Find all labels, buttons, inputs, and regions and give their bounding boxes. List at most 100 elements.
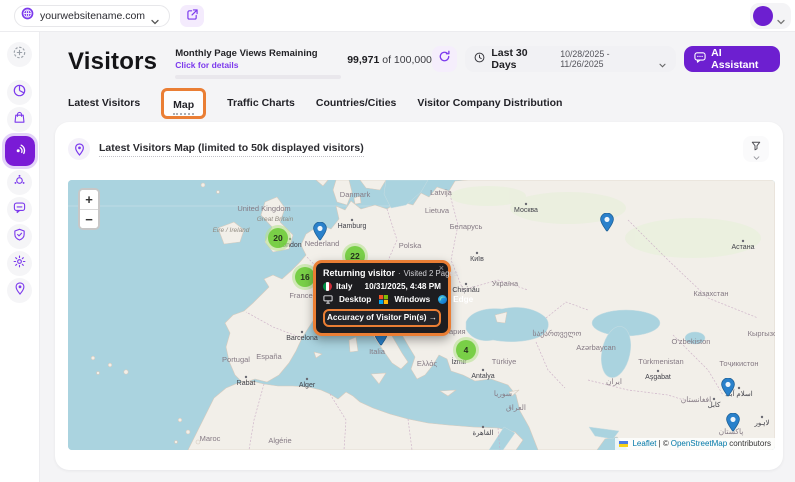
chevron-down-icon [659, 55, 667, 63]
tooltip-dot: · [398, 269, 401, 278]
map-city-dot [525, 203, 527, 205]
refresh-button[interactable] [432, 46, 458, 72]
map-city-dot [761, 416, 763, 418]
map-filter-button[interactable] [743, 136, 769, 162]
zoom-out-button[interactable]: − [80, 209, 98, 228]
accuracy-of-visitor-pins-button[interactable]: Accuracy of Visitor Pin(s) → [323, 309, 441, 327]
map-label: Alger [299, 382, 316, 389]
tab-map[interactable]: Map [173, 99, 194, 115]
tooltip-os: Windows [394, 295, 430, 304]
visitor-pin-marker[interactable] [726, 413, 740, 439]
attribution-separator: | © [659, 439, 669, 448]
visitor-pin-marker[interactable] [721, 378, 735, 404]
map-label: Hamburg [338, 223, 367, 230]
map-label: Тоҷикистон [719, 359, 758, 368]
date-range-picker[interactable]: Last 30 Days 10/28/2025 - 11/26/2025 [465, 46, 676, 72]
sidebar-item-scan[interactable] [7, 170, 32, 195]
map-label: Türkmenistan [638, 357, 683, 366]
website-selector[interactable]: yourwebsitename.com [14, 5, 170, 27]
tooltip-browser: Edge [453, 295, 473, 304]
visitors-map[interactable]: DanmarkUnited KingdomGreat BritainEire /… [68, 180, 775, 450]
map-label: ايران [606, 377, 622, 386]
map-label: Danmark [340, 190, 371, 199]
map-label: Eire / Ireland [213, 227, 250, 234]
tab-bar: Latest Visitors Map Traffic Charts Count… [68, 88, 562, 118]
sidebar-item-shield[interactable] [7, 224, 32, 249]
ukraine-flag-icon [619, 441, 628, 447]
main-content: Visitors Monthly Page Views Remaining Cl… [40, 32, 795, 482]
tab-visitor-company-distribution[interactable]: Visitor Company Distribution [417, 97, 562, 109]
sidebar-item-settings[interactable] [7, 251, 32, 276]
map-label: Türkiye [492, 357, 517, 366]
sidebar-item-visitors[interactable] [5, 136, 35, 166]
website-name: yourwebsitename.com [40, 10, 145, 22]
sidebar-item-chat[interactable] [7, 197, 32, 222]
map-label: Antalya [471, 373, 494, 380]
sidebar [0, 32, 40, 482]
map-label: Polska [399, 241, 422, 250]
shield-icon [13, 228, 26, 246]
visitor-pin-marker[interactable] [313, 222, 327, 248]
map-label: Algérie [268, 436, 291, 445]
map-city-dot [245, 376, 247, 378]
zoom-in-button[interactable]: + [80, 190, 98, 209]
ai-assistant-button[interactable]: AI Assistant [684, 46, 780, 72]
map-label: Беларусь [450, 222, 483, 231]
range-dates: 10/28/2025 - 11/26/2025 [560, 49, 653, 69]
map-zoom-control: + − [78, 188, 100, 230]
map-label: France [289, 291, 312, 300]
tab-traffic-charts[interactable]: Traffic Charts [227, 97, 295, 109]
quota-total: of 100,000 [379, 54, 432, 66]
tab-latest-visitors[interactable]: Latest Visitors [68, 97, 140, 109]
page-header: Visitors Monthly Page Views Remaining Cl… [68, 42, 780, 86]
map-city-dot [306, 378, 308, 380]
map-label: العراق [506, 403, 526, 412]
sidebar-item-orders[interactable] [7, 107, 32, 132]
map-label: Ελλάς [417, 359, 438, 368]
map-label: كابل [708, 401, 721, 409]
map-label: Москва [514, 207, 538, 214]
tab-countries-cities[interactable]: Countries/Cities [316, 97, 397, 109]
map-label: سوريا [494, 389, 513, 398]
visitor-cluster-marker[interactable]: 4 [453, 337, 479, 363]
cluster-count: 16 [295, 267, 315, 287]
orders-icon [13, 111, 26, 129]
map-label: Кыргызстан [748, 329, 775, 338]
visitor-pin-marker[interactable] [600, 213, 614, 239]
map-label: Maroc [200, 434, 221, 443]
sidebar-item-analytics[interactable] [7, 80, 32, 105]
map-card-title: Latest Visitors Map (limited to 50k disp… [99, 142, 364, 157]
map-label: Portugal [222, 355, 250, 364]
map-city-dot [482, 426, 484, 428]
map-label: Great Britain [257, 216, 294, 223]
italy-flag-icon [323, 282, 332, 291]
map-city-dot [742, 240, 744, 242]
map-city-dot [476, 252, 478, 254]
map-card-header: Latest Visitors Map (limited to 50k disp… [55, 122, 783, 162]
openstreetmap-link[interactable]: OpenStreetMap [671, 439, 727, 448]
page-title: Visitors [68, 48, 157, 76]
open-website-button[interactable] [180, 5, 204, 27]
desktop-monitor-icon [323, 295, 333, 304]
account-menu[interactable] [750, 3, 791, 29]
tooltip-device: Desktop [339, 295, 371, 304]
leaflet-link[interactable]: Leaflet [632, 439, 656, 448]
cluster-count: 20 [268, 228, 288, 248]
quota-details-link[interactable]: Click for details [175, 60, 341, 70]
map-label: لاہور [753, 419, 769, 427]
map-label: Latvija [430, 188, 453, 197]
location-pin-icon [68, 138, 90, 160]
windows-logo-icon [379, 295, 388, 304]
chat-icon [13, 201, 26, 219]
topbar: yourwebsitename.com [0, 0, 795, 32]
analytics-icon [13, 84, 26, 102]
map-label: O'zbekiston [672, 337, 711, 346]
chevron-down-icon [753, 156, 760, 160]
sidebar-item-create[interactable] [7, 42, 32, 67]
sidebar-item-location[interactable] [7, 278, 32, 303]
scan-icon [13, 174, 26, 192]
visitor-cluster-marker[interactable]: 20 [265, 225, 291, 251]
filter-funnel-icon [751, 138, 761, 156]
range-label: Last 30 Days [491, 47, 554, 71]
tooltip-close-icon[interactable]: × [439, 264, 444, 273]
